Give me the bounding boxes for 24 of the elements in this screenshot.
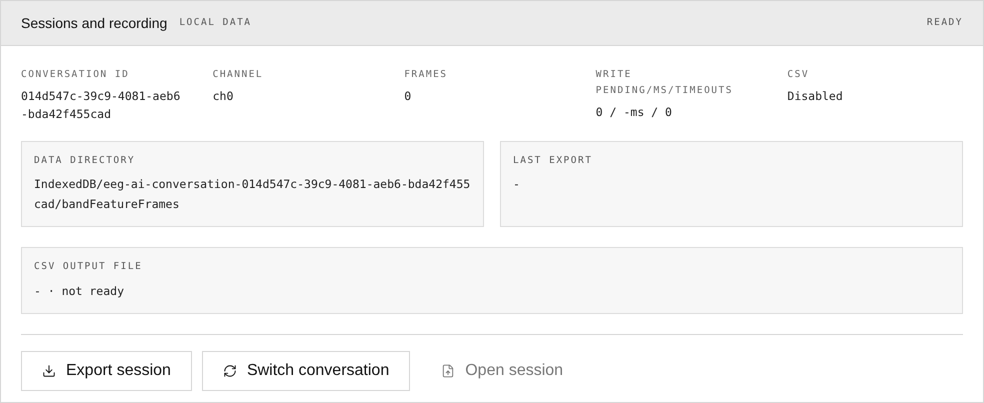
stat-label: CHANNEL (212, 68, 264, 82)
stat-label: FRAMES (404, 68, 449, 82)
stat-value: ch0 (212, 88, 234, 105)
stat-value: 014d547c-39c9-4081-aeb6-bda42f455cad (21, 88, 181, 123)
status-text: READY (926, 16, 963, 30)
action-button[interactable]: Export session (21, 350, 192, 390)
file-upload-icon (441, 364, 456, 378)
section-tag: LOCAL DATA (179, 16, 252, 30)
panel-value: - (513, 176, 521, 194)
panel-value: IndexedDB/eeg-ai-conversation-014d547c-39c9-4081-aeb6-bda42f455cad/bandFeatureFrames (34, 176, 471, 214)
section-title: Sessions and recording (21, 14, 168, 33)
panel-label: DATA DIRECTORY (34, 154, 136, 168)
stat-value: 0 / -ms / 0 (596, 104, 673, 121)
download-icon (42, 364, 56, 378)
stat-value: 0 (404, 88, 412, 105)
action-button[interactable]: Switch conversation (202, 350, 410, 390)
stat-label: WRITE PENDING/MS/TIMEOUTS (596, 68, 734, 98)
panel-label: CSV OUTPUT FILE (34, 260, 144, 274)
stat-label: CSV (787, 68, 810, 82)
refresh-icon (222, 364, 237, 378)
stat-label: CONVERSATION ID (21, 68, 130, 82)
panel-label: LAST EXPORT (513, 154, 594, 168)
panel-value: - · not ready (34, 282, 126, 300)
stat-value: Disabled (787, 88, 844, 105)
